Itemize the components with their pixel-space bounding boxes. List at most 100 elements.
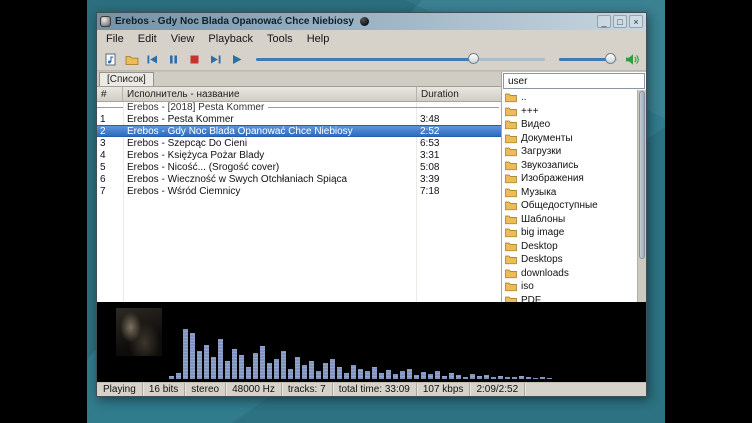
minimize-button[interactable]: _ <box>597 15 611 28</box>
spectrum-analyzer <box>169 321 640 379</box>
pause-button[interactable] <box>164 50 183 68</box>
file-item[interactable]: Звукозапись <box>502 159 637 173</box>
file-name: Звукозапись <box>521 160 578 171</box>
volume-handle[interactable] <box>605 53 616 64</box>
track-row[interactable]: 3Erebos - Szepcąc Do Cieni6:53 <box>97 137 501 149</box>
scrollbar-thumb[interactable] <box>639 91 645 259</box>
prev-button[interactable] <box>143 50 162 68</box>
spectrum-bar <box>288 369 293 379</box>
album-art <box>116 308 162 356</box>
volume-slider[interactable] <box>559 50 617 68</box>
track-duration: 3:48 <box>417 114 501 125</box>
file-item[interactable]: Видео <box>502 118 637 132</box>
file-item[interactable]: +++ <box>502 105 637 119</box>
column-header-title[interactable]: Исполнитель - название <box>123 87 417 101</box>
track-title: Erebos - Nicość... (Srogość cover) <box>123 162 417 173</box>
track-title: Erebos - Pesta Kommer <box>123 114 417 125</box>
file-name: Шаблоны <box>521 214 565 225</box>
track-duration: 3:31 <box>417 150 501 161</box>
spectrum-bar <box>442 376 447 379</box>
spectrum-bar <box>169 376 174 379</box>
spectrum-bar <box>519 376 524 379</box>
menu-help[interactable]: Help <box>300 31 337 47</box>
stop-button[interactable] <box>185 50 204 68</box>
spectrum-bar <box>512 377 517 379</box>
menu-view[interactable]: View <box>164 31 202 47</box>
group-header[interactable]: Erebos - [2018] Pesta Kommer <box>97 102 501 113</box>
track-row[interactable]: 6Erebos - Wieczność w Swych Otchłaniach … <box>97 173 501 185</box>
file-name: big image <box>521 227 564 238</box>
file-item[interactable]: downloads <box>502 267 637 281</box>
next-button[interactable] <box>206 50 225 68</box>
track-number: 7 <box>97 186 123 197</box>
file-item[interactable]: iso <box>502 280 637 294</box>
column-header-duration[interactable]: Duration <box>417 87 501 101</box>
file-item[interactable]: Музыка <box>502 186 637 200</box>
track-list: Erebos - [2018] Pesta Kommer 1Erebos - P… <box>97 102 501 302</box>
menu-playback[interactable]: Playback <box>201 31 260 47</box>
logo-icon <box>360 17 369 26</box>
maximize-button[interactable]: □ <box>613 15 627 28</box>
spectrum-bar <box>204 345 209 379</box>
spectrum-bar <box>435 371 440 379</box>
spectrum-bar <box>267 363 272 379</box>
file-item[interactable]: Изображения <box>502 172 637 186</box>
track-row[interactable]: 5Erebos - Nicość... (Srogość cover)5:08 <box>97 161 501 173</box>
file-name: Загрузки <box>521 146 561 157</box>
file-name: Desktop <box>521 241 558 252</box>
column-header-number[interactable]: # <box>97 87 123 101</box>
menu-file[interactable]: File <box>99 31 131 47</box>
spectrum-bar <box>358 369 363 379</box>
add-folder-button[interactable] <box>122 50 141 68</box>
track-row[interactable]: 1Erebos - Pesta Kommer3:48 <box>97 113 501 125</box>
toolbar <box>97 48 646 71</box>
file-item[interactable]: Общедоступные <box>502 199 637 213</box>
file-item[interactable]: Загрузки <box>502 145 637 159</box>
menu-edit[interactable]: Edit <box>131 31 164 47</box>
spectrum-bar <box>372 367 377 379</box>
track-number: 5 <box>97 162 123 173</box>
folder-icon <box>505 187 517 198</box>
seek-handle[interactable] <box>468 53 479 64</box>
play-button[interactable] <box>227 50 246 68</box>
file-item[interactable]: Desktops <box>502 253 637 267</box>
visualization-panel[interactable] <box>97 302 646 382</box>
file-item[interactable]: .. <box>502 91 637 105</box>
file-item[interactable]: PDF <box>502 294 637 303</box>
prev-icon <box>146 53 159 66</box>
close-button[interactable]: × <box>629 15 643 28</box>
folder-icon <box>505 295 517 302</box>
folder-icon <box>505 119 517 130</box>
seek-slider[interactable] <box>256 50 545 68</box>
spectrum-bar <box>274 359 279 379</box>
spectrum-bar <box>281 351 286 379</box>
open-file-button[interactable] <box>101 50 120 68</box>
spectrum-bar <box>456 375 461 379</box>
file-name: iso <box>521 281 534 292</box>
track-row[interactable]: 4Erebos - Księżyca Pożar Blady3:31 <box>97 149 501 161</box>
playlist-tab[interactable]: [Список] <box>99 72 154 86</box>
seek-fill <box>256 58 473 61</box>
menu-tools[interactable]: Tools <box>260 31 300 47</box>
file-name: Изображения <box>521 173 584 184</box>
track-row[interactable]: 2Erebos - Gdy Noc Blada Opanować Chce Ni… <box>97 125 501 137</box>
spectrum-bar <box>393 374 398 379</box>
track-number: 1 <box>97 114 123 125</box>
file-item[interactable]: big image <box>502 226 637 240</box>
track-row[interactable]: 7Erebos - Wśród Ciemnicy7:18 <box>97 185 501 197</box>
file-item[interactable]: Шаблоны <box>502 213 637 227</box>
spectrum-bar <box>498 376 503 379</box>
folder-icon <box>505 281 517 292</box>
file-browser-body: ..+++ВидеоДокументыЗагрузки Звукозапись Из… <box>502 90 646 302</box>
file-item[interactable]: Документы <box>502 132 637 146</box>
path-input[interactable]: user <box>503 73 645 89</box>
spectrum-bar <box>239 355 244 379</box>
status-segment: 16 bits <box>143 383 185 396</box>
menubar: FileEditViewPlaybackToolsHelp <box>97 30 646 48</box>
track-title: Erebos - Szepcąc Do Cieni <box>123 138 417 149</box>
file-list-scrollbar[interactable] <box>637 90 646 302</box>
spectrum-bar <box>414 375 419 379</box>
titlebar[interactable]: Erebos - Gdy Noc Blada Opanować Chce Nie… <box>97 13 646 30</box>
file-item[interactable]: Desktop <box>502 240 637 254</box>
spectrum-bar <box>316 371 321 379</box>
